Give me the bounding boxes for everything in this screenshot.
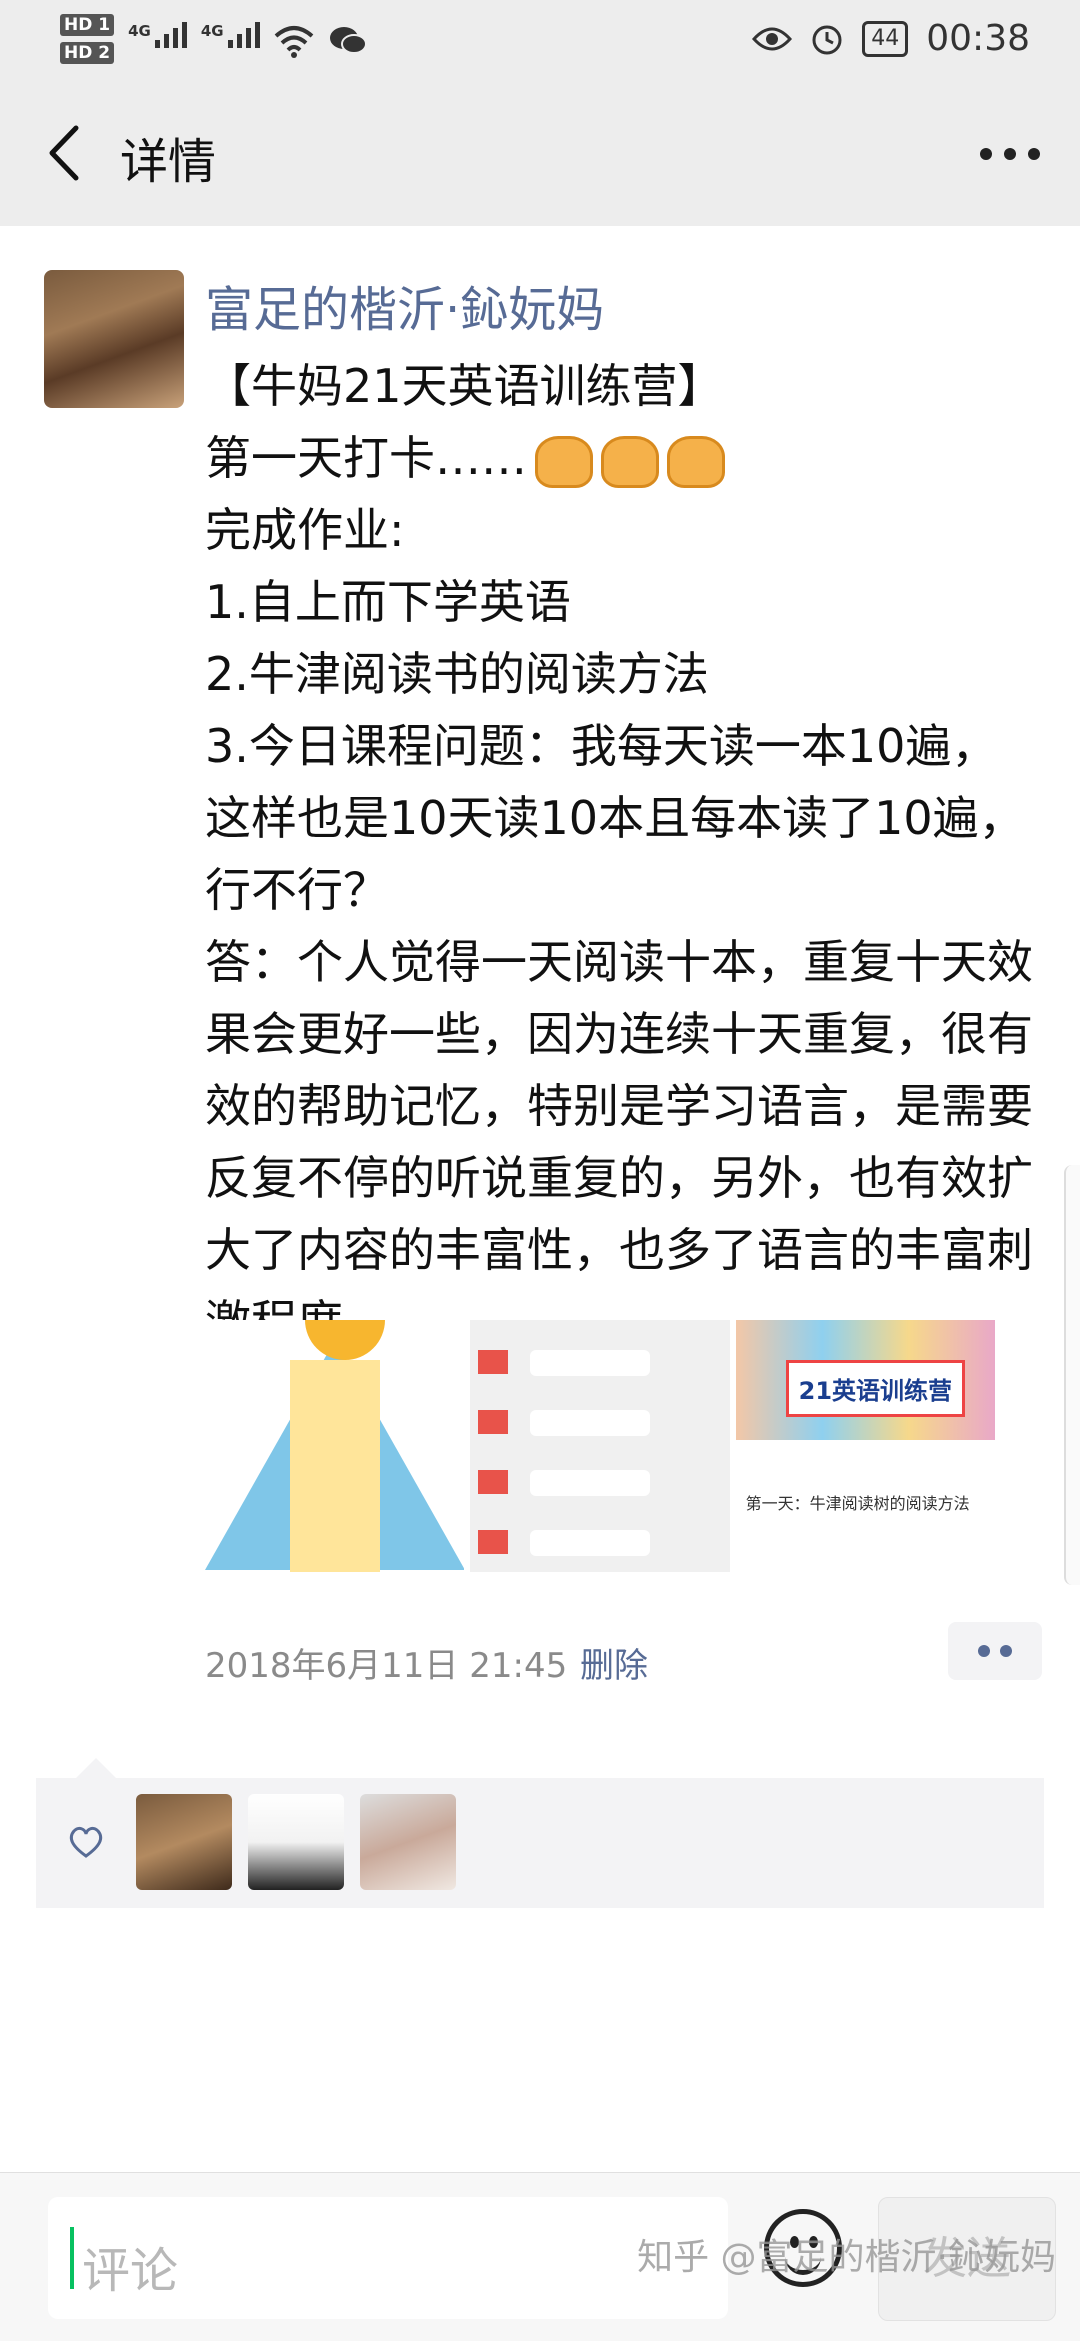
liker-avatar[interactable]	[136, 1794, 232, 1890]
fist-emoji-icon	[667, 435, 725, 488]
checkin-text: 第一天打卡……	[205, 431, 527, 485]
status-left: HD 1 HD 2 4G 4G	[60, 14, 368, 64]
heart-icon	[69, 1826, 103, 1858]
likes-panel	[36, 1758, 1044, 1908]
wechat-icon	[329, 27, 367, 54]
photo-3-title: 21英语训练营	[785, 1360, 966, 1417]
post-line-title: 【牛妈21天英语训练营】	[205, 359, 724, 413]
hd-indicators: HD 1 HD 2	[60, 14, 115, 64]
photo-3-caption: 第一天：牛津阅读树的阅读方法	[745, 1494, 970, 1513]
status-bar: HD 1 HD 2 4G 4G 44 00:38	[0, 0, 1080, 80]
nav-bar: 详情	[0, 80, 1080, 226]
photo-grid: 21英语训练营 第一天：牛津阅读树的阅读方法	[205, 1320, 995, 1572]
watermark: 知乎 @富足的楷沂·鈊妧妈	[637, 2237, 1056, 2278]
photo-1[interactable]	[205, 1320, 465, 1572]
status-right: 44 00:38	[752, 18, 1030, 59]
network1-label: 4G	[128, 22, 151, 40]
photo-2[interactable]	[470, 1320, 730, 1572]
back-arrow-icon[interactable]	[40, 120, 96, 186]
post-line-checkin: 第一天打卡……	[205, 422, 1035, 494]
signal-icon: 4G	[128, 22, 187, 48]
post-line-1: 1.自上而下学英语	[205, 575, 571, 629]
comment-placeholder: 评论	[82, 2243, 179, 2299]
author-avatar[interactable]	[44, 270, 184, 408]
battery-indicator: 44	[862, 20, 909, 57]
alarm-icon	[812, 25, 842, 54]
liker-avatar[interactable]	[248, 1794, 344, 1890]
comment-input[interactable]: 评论	[48, 2197, 728, 2319]
post-timestamp: 2018年6月11日 21:45	[205, 1646, 568, 1686]
eye-icon	[752, 27, 793, 50]
comment-like-menu-button[interactable]	[948, 1622, 1042, 1680]
more-options-icon[interactable]	[980, 130, 1040, 160]
hd1-badge: HD 1	[60, 14, 115, 36]
post-line-3: 3.今日课程问题：我每天读一本10遍，这样也是10天读10本且每本读了10遍，行…	[205, 719, 1025, 917]
signal-2-icon: 4G	[201, 22, 260, 48]
fist-emoji-icon	[535, 435, 593, 488]
wifi-icon	[274, 26, 313, 58]
hd2-badge: HD 2	[60, 42, 115, 64]
clock: 00:38	[926, 18, 1030, 59]
page-title: 详情	[120, 134, 217, 190]
photo-3[interactable]: 21英语训练营 第一天：牛津阅读树的阅读方法	[735, 1320, 995, 1572]
network2-label: 4G	[200, 22, 224, 40]
scrollbar[interactable]	[1064, 1165, 1080, 1585]
post-line-answer: 答：个人觉得一天阅读十本，重复十天效果会更好一些，因为连续十天重复，很有效的帮助…	[205, 935, 1033, 1349]
delete-link[interactable]: 删除	[580, 1638, 648, 1687]
author-name[interactable]: 富足的楷沂·鈊妧妈	[205, 270, 604, 340]
post-line-homework: 完成作业:	[205, 503, 405, 557]
post-body: 【牛妈21天英语训练营】 第一天打卡…… 完成作业: 1.自上而下学英语 2.牛…	[205, 350, 1035, 1358]
post-line-2: 2.牛津阅读书的阅读方法	[205, 647, 709, 701]
text-cursor	[70, 2227, 74, 2289]
fist-emoji-icon	[601, 435, 659, 488]
liker-avatar[interactable]	[360, 1794, 456, 1890]
